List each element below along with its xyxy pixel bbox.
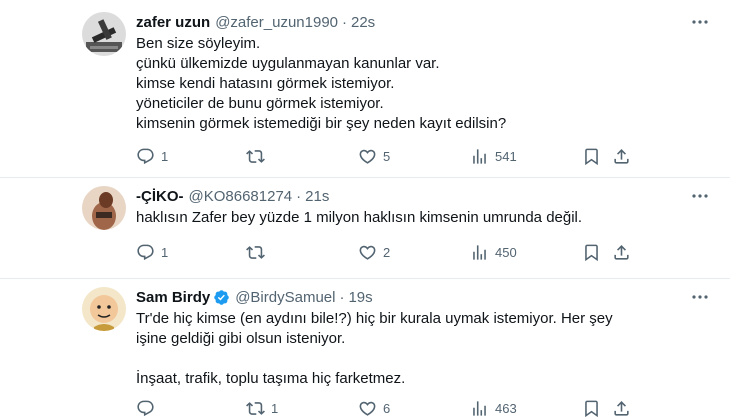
reply-count: 1: [161, 244, 169, 260]
tweet-line: işine geldiği gibi olsun isteniyor.: [136, 330, 346, 347]
bookmark-button[interactable]: [582, 398, 601, 418]
timestamp[interactable]: 19s: [348, 289, 372, 306]
bookmark-icon: [585, 148, 598, 165]
separator-dot: ·: [342, 13, 347, 31]
bookmark-icon: [585, 244, 598, 261]
share-button[interactable]: [612, 146, 631, 166]
retweet-count: 1: [271, 400, 279, 416]
reply-button[interactable]: 1: [136, 146, 168, 166]
heart-icon: [359, 401, 376, 416]
views-button[interactable]: 463: [470, 398, 517, 418]
tweet-header: Sam Birdy @BirdySamuel · 19s: [136, 287, 710, 307]
reply-count: 1: [161, 148, 169, 164]
tweet-ciko[interactable]: -ÇİKO- @KO86681274 · 21s haklısın Zafer …: [0, 178, 730, 278]
bookmark-button[interactable]: [582, 146, 601, 166]
more-icon[interactable]: [690, 12, 710, 32]
tweet-zafer-uzun[interactable]: zafer uzun @zafer_uzun1990 · 22s Ben siz…: [0, 0, 730, 176]
views-icon: [473, 244, 486, 260]
view-count: 541: [495, 148, 517, 164]
bookmark-button[interactable]: [582, 242, 601, 262]
user-handle[interactable]: @KO86681274: [189, 188, 293, 205]
separator-dot: ·: [296, 187, 302, 205]
display-name[interactable]: -ÇİKO-: [136, 188, 184, 205]
tweet-actions: 1 6 463: [136, 398, 716, 418]
avatar[interactable]: [82, 287, 126, 331]
tweet-line: Tr'de hiç kimse (en aydını bile!?) hiç b…: [136, 310, 613, 327]
like-count: 6: [383, 400, 391, 416]
retweet-button[interactable]: 1: [246, 398, 278, 418]
share-button[interactable]: [612, 398, 631, 418]
heart-icon: [359, 245, 376, 260]
like-button[interactable]: 5: [358, 146, 390, 166]
reply-icon: [137, 148, 154, 164]
tweet-header: -ÇİKO- @KO86681274 · 21s: [136, 186, 710, 206]
tweet-sam-birdy[interactable]: Sam Birdy @BirdySamuel · 19s Tr'de hiç k…: [0, 279, 730, 420]
timestamp[interactable]: 22s: [351, 14, 375, 31]
tweet-line: çünkü ülkemizde uygulanmayan kanunlar va…: [136, 55, 440, 72]
user-handle[interactable]: @BirdySamuel: [235, 289, 335, 306]
tweet-line: yöneticiler de bunu görmek istemiyor.: [136, 95, 384, 112]
views-button[interactable]: 450: [470, 242, 517, 262]
tweet-line: [136, 349, 710, 369]
views-icon: [473, 400, 486, 416]
like-count: 2: [383, 244, 391, 260]
user-handle[interactable]: @zafer_uzun1990: [215, 14, 338, 31]
avatar-gavel-image: [82, 12, 126, 56]
tweet-line: haklısın Zafer bey yüzde 1 milyon haklıs…: [136, 209, 583, 226]
retweet-icon: [246, 401, 265, 415]
views-icon: [473, 148, 486, 164]
more-icon[interactable]: [690, 287, 710, 307]
avatar-photo-image: [82, 186, 126, 230]
retweet-button[interactable]: [246, 242, 271, 262]
avatar-cartoon-image: [82, 287, 126, 331]
display-name[interactable]: Sam Birdy: [136, 289, 210, 306]
share-button[interactable]: [612, 242, 631, 262]
reply-button[interactable]: 1: [136, 242, 168, 262]
tweet-actions: 1 2 450: [136, 242, 716, 262]
view-count: 463: [495, 400, 517, 416]
tweet-text: Ben size söyleyim. çünkü ülkemizde uygul…: [136, 34, 710, 134]
retweet-icon: [246, 245, 265, 259]
tweet-line: Ben size söyleyim.: [136, 35, 261, 52]
avatar[interactable]: [82, 186, 126, 230]
verified-badge-icon: [214, 289, 229, 305]
like-button[interactable]: 6: [358, 398, 390, 418]
display-name[interactable]: zafer uzun: [136, 14, 210, 31]
tweet-line: İnşaat, trafik, toplu taşıma hiç farketm…: [136, 370, 406, 387]
heart-icon: [359, 149, 376, 164]
avatar[interactable]: [82, 12, 126, 56]
reply-icon: [137, 244, 154, 260]
like-count: 5: [383, 148, 391, 164]
tweet-actions: 1 5 541: [136, 146, 716, 166]
view-count: 450: [495, 244, 517, 260]
bookmark-icon: [585, 400, 598, 417]
tweet-line: kimsenin görmek istemediği bir şey neden…: [136, 115, 507, 132]
tweet-text: Tr'de hiç kimse (en aydını bile!?) hiç b…: [136, 309, 710, 389]
tweet-header: zafer uzun @zafer_uzun1990 · 22s: [136, 12, 710, 32]
separator-dot: ·: [339, 288, 345, 306]
reply-icon: [137, 400, 154, 416]
retweet-button[interactable]: [246, 146, 271, 166]
share-icon: [614, 400, 629, 416]
tweet-line: kimse kendi hatasını görmek istemiyor.: [136, 75, 395, 92]
views-button[interactable]: 541: [470, 146, 517, 166]
reply-button[interactable]: [136, 398, 161, 418]
like-button[interactable]: 2: [358, 242, 390, 262]
timestamp[interactable]: 21s: [305, 188, 329, 205]
retweet-icon: [246, 149, 265, 163]
share-icon: [614, 148, 629, 164]
share-icon: [614, 244, 629, 260]
tweet-text: haklısın Zafer bey yüzde 1 milyon haklıs…: [136, 208, 710, 228]
more-icon[interactable]: [690, 186, 710, 206]
